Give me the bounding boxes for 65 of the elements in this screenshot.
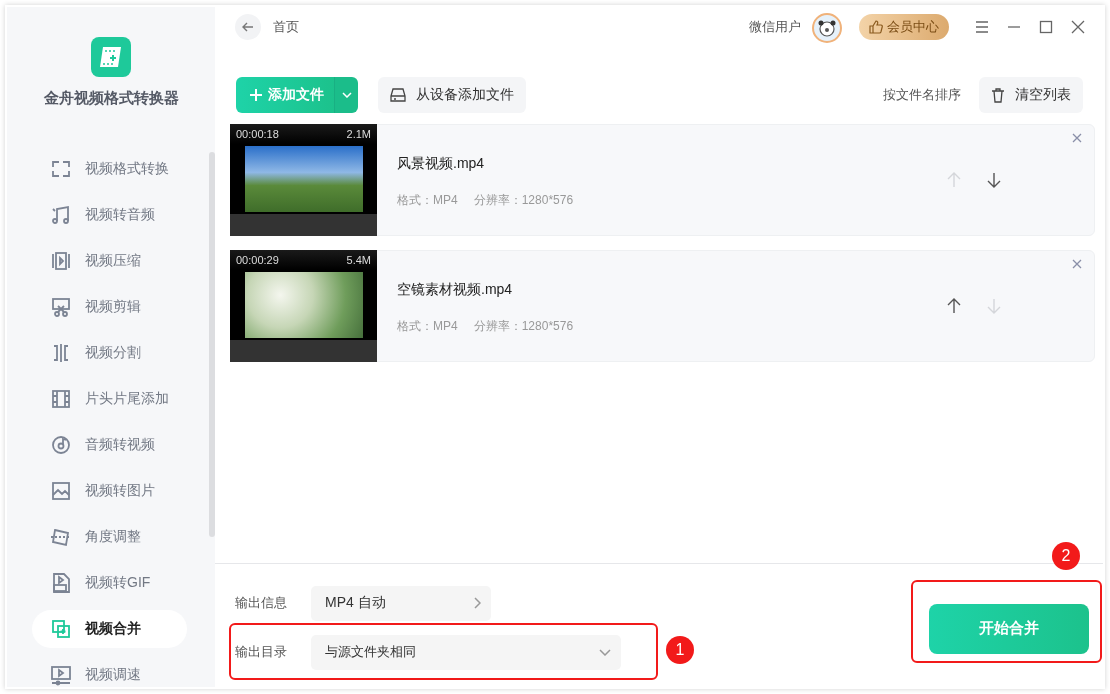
file-size: 5.4M (346, 254, 371, 266)
file-format: 格式：MP4 (397, 318, 458, 335)
sidebar-item[interactable]: 视频转GIF (32, 564, 187, 602)
monitor-play-icon (50, 664, 72, 686)
film-icon (50, 388, 72, 410)
chevron-right-icon (474, 597, 481, 609)
sidebar-item[interactable]: 视频剪辑 (32, 288, 187, 326)
output-info-label: 输出信息 (235, 594, 288, 612)
step-number-badge: 2 (1052, 542, 1080, 570)
gif-file-icon (50, 572, 72, 594)
close-icon[interactable] (1072, 133, 1082, 143)
app-logo-icon (91, 37, 131, 77)
plus-icon (250, 89, 262, 101)
file-resolution: 分辨率：1280*576 (473, 192, 574, 209)
sidebar-item[interactable]: 片头片尾添加 (32, 380, 187, 418)
music-icon (50, 204, 72, 226)
file-size: 2.1M (346, 128, 371, 140)
drive-icon (390, 88, 406, 102)
output-folder-select[interactable]: 与源文件夹相同 (311, 634, 621, 670)
file-name: 风景视频.mp4 (397, 155, 486, 173)
app-name: 金舟视频格式转换器 (43, 89, 179, 108)
sidebar-item[interactable]: 视频分割 (32, 334, 187, 372)
sidebar-item[interactable]: 音频转视频 (32, 426, 187, 464)
menu-icon[interactable] (975, 20, 989, 34)
image-icon (50, 480, 72, 502)
sidebar-item[interactable]: 视频转图片 (32, 472, 187, 510)
sidebar-item[interactable]: 视频格式转换 (32, 150, 187, 188)
user-name: 微信用户 (749, 18, 801, 36)
arrow-down-icon[interactable] (987, 172, 1001, 188)
arrow-up-icon[interactable] (947, 298, 961, 314)
output-info-select[interactable]: MP4 自动 (311, 585, 491, 621)
sidebar-item[interactable]: 视频合并 (32, 610, 187, 648)
vip-center-button[interactable]: 会员中心 (859, 14, 949, 40)
arrow-left-icon (241, 20, 255, 34)
tilted-frame-icon (50, 526, 72, 548)
output-folder-label: 输出目录 (235, 643, 288, 661)
file-resolution: 分辨率：1280*576 (473, 318, 574, 335)
maximize-icon[interactable] (1039, 20, 1053, 34)
close-icon[interactable] (1071, 20, 1085, 34)
scissors-icon (50, 296, 72, 318)
step-number-badge: 1 (666, 636, 694, 664)
sidebar-item[interactable]: 视频调速 (32, 656, 187, 694)
clear-list-button[interactable]: 清空列表 (979, 77, 1083, 113)
back-button[interactable] (235, 14, 261, 40)
close-icon[interactable] (1072, 259, 1082, 269)
merge-icon (50, 618, 72, 640)
compress-icon (50, 250, 72, 272)
sidebar-item[interactable]: 视频压缩 (32, 242, 187, 280)
sort-by-name-button[interactable]: 按文件名排序 (883, 86, 961, 104)
sidebar-item[interactable]: 角度调整 (32, 518, 187, 556)
add-from-device-button[interactable]: 从设备添加文件 (378, 77, 526, 113)
chevron-down-icon (341, 92, 352, 98)
disc-icon (50, 434, 72, 456)
trash-icon (991, 87, 1005, 103)
breadcrumb: 首页 (273, 18, 299, 36)
dropdown-button[interactable] (334, 77, 358, 113)
avatar-icon (811, 11, 843, 43)
video-duration: 00:00:18 (236, 128, 279, 140)
sidebar-item[interactable]: 视频转音频 (32, 196, 187, 234)
chevron-down-icon (599, 648, 611, 656)
convert-icon (50, 158, 72, 180)
thumbs-up-icon (869, 20, 883, 34)
file-format: 格式：MP4 (397, 192, 458, 209)
file-name: 空镜素材视频.mp4 (397, 281, 514, 299)
video-duration: 00:00:29 (236, 254, 279, 266)
